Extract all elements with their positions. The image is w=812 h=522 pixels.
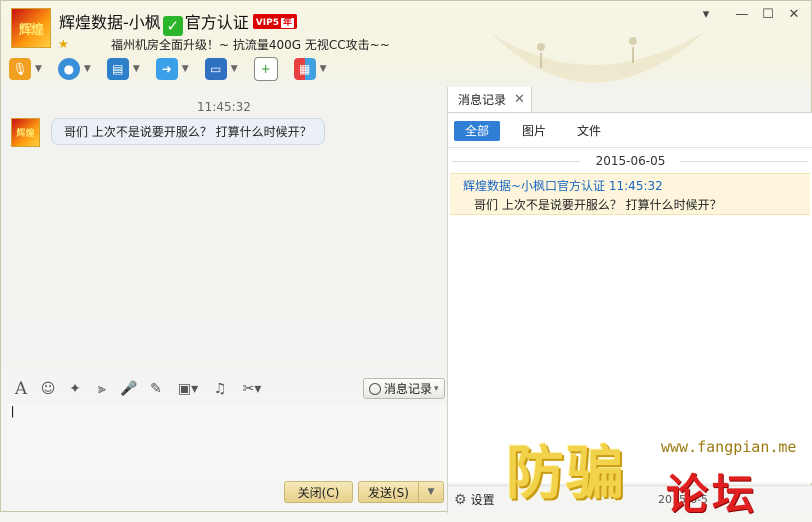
- contact-name[interactable]: 辉煌数据-小枫: [59, 13, 161, 32]
- message-timestamp: 11:45:32: [197, 100, 251, 114]
- history-entry-text: 哥们 上次不是说要开服么？ 打算什么时候开？: [474, 198, 722, 212]
- music-icon[interactable]: ♫: [210, 381, 230, 397]
- minimize-icon[interactable]: —: [731, 7, 753, 22]
- file-transfer-icon: ➜: [155, 58, 178, 80]
- vip-year: 年: [280, 18, 294, 28]
- settings-button[interactable]: ⚙ 设置: [454, 491, 495, 508]
- emoji-icon[interactable]: ☺: [38, 381, 58, 397]
- history-date: 2015-06-05: [595, 154, 666, 168]
- history-footer: ⚙ 设置 2015-6-5: [448, 485, 812, 514]
- tab-message-history[interactable]: 消息记录 ✕: [448, 87, 532, 112]
- shake-icon[interactable]: ⫸: [92, 381, 112, 397]
- filter-all[interactable]: 全部: [454, 121, 501, 141]
- filter-files[interactable]: 文件: [566, 121, 612, 141]
- history-tab-header: 消息记录 ✕: [448, 87, 812, 113]
- star-icon[interactable]: ★: [58, 37, 69, 51]
- voice-call-button[interactable]: 🎙 ▼: [9, 58, 42, 80]
- microphone-icon: 🎙: [9, 58, 31, 80]
- message-history-button[interactable]: 消息记录 ▾: [363, 378, 445, 399]
- image-icon[interactable]: ▣▾: [173, 381, 203, 397]
- message-input[interactable]: |: [7, 403, 449, 481]
- history-list[interactable]: 2015-06-05 辉煌数据~小枫口官方认证 11:45:32 哥们 上次不是…: [448, 148, 812, 483]
- close-window-icon[interactable]: ✕: [783, 7, 805, 22]
- main-toolbar: 🎙 ▼ ● ▼ ▤ ▼ ➜ ▼ ▭ ▼ + ▦ ▼: [9, 57, 343, 81]
- edit-icon[interactable]: ✎: [146, 381, 166, 397]
- voice-icon[interactable]: 🎤: [119, 381, 139, 397]
- chevron-down-icon[interactable]: ▼: [35, 64, 42, 74]
- chevron-down-icon[interactable]: ▼: [320, 64, 327, 74]
- chevron-down-icon[interactable]: ▼: [133, 64, 140, 74]
- chevron-down-icon: ▾: [434, 383, 439, 394]
- vip-label: VIP5: [255, 18, 279, 28]
- message-add-icon: +: [253, 57, 278, 81]
- chevron-down-icon[interactable]: ▼: [182, 64, 189, 74]
- history-footer-date[interactable]: 2015-6-5: [658, 493, 708, 506]
- remote-desktop-button[interactable]: ▭ ▼: [204, 58, 238, 80]
- clock-icon: [369, 382, 381, 395]
- vip-badge[interactable]: VIP5 年: [252, 14, 297, 29]
- video-call-button[interactable]: ● ▼: [57, 58, 91, 80]
- scissors-icon[interactable]: ✂▾: [237, 381, 267, 397]
- screen-share-button[interactable]: ▤ ▼: [106, 58, 140, 80]
- chevron-down-icon[interactable]: ▼: [84, 64, 91, 74]
- tab-label: 消息记录: [458, 93, 507, 107]
- chat-window: 辉煌 辉煌数据-小枫 ✓ 官方认证 VIP5 年 ★ 福州机房全面升级！~ 抗流量400…: [0, 0, 812, 519]
- settings-label: 设置: [470, 493, 495, 507]
- close-tab-icon[interactable]: ✕: [514, 92, 525, 107]
- dropdown-menu-icon[interactable]: ▾: [695, 7, 717, 22]
- file-transfer-button[interactable]: ➜ ▼: [155, 58, 189, 80]
- history-entry-sender: 辉煌数据~小枫口官方认证 11:45:32: [463, 179, 663, 193]
- screen-share-icon: ▤: [106, 58, 129, 80]
- verified-check-icon: ✓: [162, 16, 183, 36]
- send-options-dropdown[interactable]: ▼: [418, 481, 444, 503]
- remote-desktop-icon: ▭: [204, 58, 227, 80]
- message-history-label: 消息记录: [384, 382, 433, 396]
- contact-signature: 福州机房全面升级！~ 抗流量400G 无视CC攻击~~: [111, 38, 390, 52]
- verified-text: 官方认证: [184, 13, 249, 32]
- send-button[interactable]: 发送(S): [358, 481, 418, 503]
- contact-title: 辉煌数据-小枫 ✓ 官方认证 VIP5 年: [59, 9, 297, 36]
- message-bubble: 哥们 上次不是说要开服么？ 打算什么时候开？: [51, 118, 325, 145]
- filter-images[interactable]: 图片: [511, 121, 557, 141]
- camera-icon: ●: [57, 58, 80, 80]
- maximize-icon[interactable]: ☐: [757, 7, 779, 22]
- history-entry[interactable]: 辉煌数据~小枫口官方认证 11:45:32 哥们 上次不是说要开服么？ 打算什么…: [450, 173, 810, 215]
- contact-avatar[interactable]: 辉煌: [11, 8, 51, 48]
- input-toolbar: A ☺ ✦ ⫸ 🎤 ✎ ▣▾ ♫ ✂▾: [11, 378, 274, 400]
- create-discussion-button[interactable]: +: [253, 57, 278, 81]
- magic-icon[interactable]: ✦: [65, 381, 85, 397]
- font-icon[interactable]: A: [11, 379, 31, 399]
- apps-button[interactable]: ▦ ▼: [293, 58, 327, 80]
- gear-icon: ⚙: [454, 491, 467, 508]
- moon-illustration: [491, 31, 706, 83]
- close-button[interactable]: 关闭(C): [284, 481, 353, 503]
- apps-grid-icon: ▦: [293, 58, 316, 80]
- history-filters: 全部 图片 文件: [448, 113, 812, 148]
- message-avatar[interactable]: 辉煌: [11, 118, 40, 147]
- history-date-separator: 2015-06-05: [448, 154, 812, 168]
- chevron-down-icon[interactable]: ▼: [231, 64, 238, 74]
